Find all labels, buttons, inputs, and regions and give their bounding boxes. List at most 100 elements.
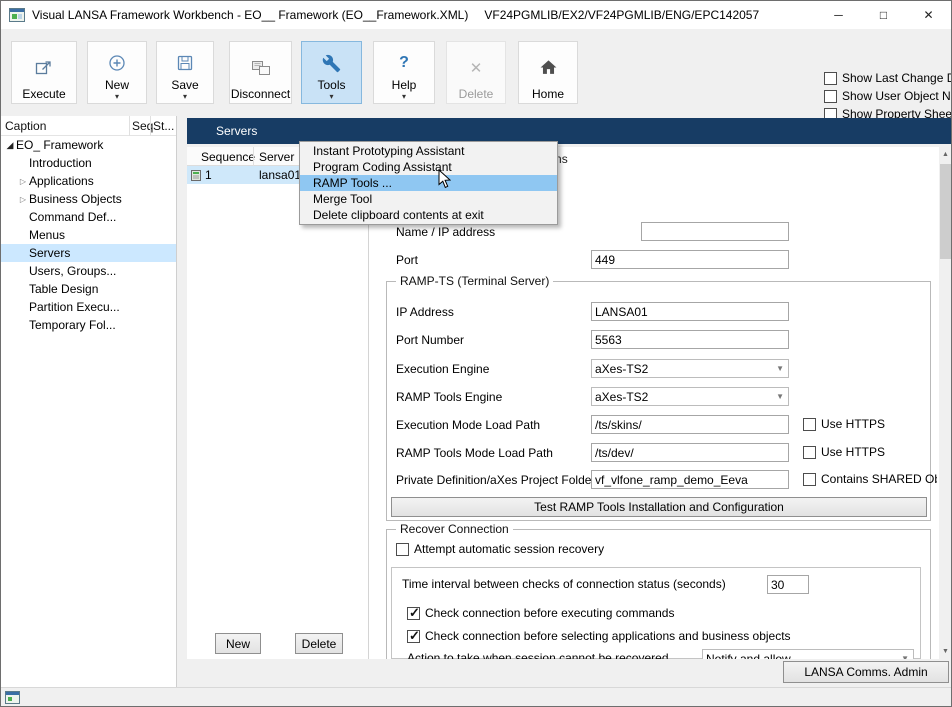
execute-button[interactable]: Execute (11, 41, 77, 104)
check-exec-checkbox[interactable] (407, 607, 420, 620)
show-last-change-label: Show Last Change D (842, 71, 952, 85)
column-server[interactable]: Server (259, 150, 294, 164)
private-definition-row: Private Definition/aXes Project Folder C… (369, 470, 939, 490)
tree-column-caption[interactable]: Caption (5, 119, 46, 133)
dropdown-caret-icon: ▾ (329, 92, 333, 101)
new-button[interactable]: New ▾ (87, 41, 147, 104)
save-button[interactable]: Save ▾ (156, 41, 214, 104)
recovery-action-select[interactable]: Notify and allow... ▼ (702, 649, 914, 659)
use-https-row-1[interactable]: Use HTTPS (803, 417, 885, 431)
tree-item-introduction[interactable]: Introduction (1, 154, 176, 172)
port-number-label: Port Number (396, 333, 464, 347)
recover-connection-legend: Recover Connection (396, 522, 513, 536)
ramp-tools-engine-row: RAMP Tools Engine aXes-TS2 ▼ (369, 387, 939, 407)
menu-item-merge-tool[interactable]: Merge Tool (300, 191, 557, 207)
tree-item-menus[interactable]: Menus (1, 226, 176, 244)
port-input[interactable] (591, 250, 789, 269)
execute-label: Execute (22, 88, 65, 101)
show-last-change-checkbox[interactable] (824, 72, 837, 85)
delete-icon: ✕ (449, 47, 503, 88)
main-toolbar: Execute New ▾ Save ▾ Disconnect (1, 29, 951, 116)
save-icon (159, 47, 211, 79)
show-last-change-row[interactable]: Show Last Change D (824, 69, 952, 87)
tree-item-command-def[interactable]: Command Def... (1, 208, 176, 226)
tree-item-partition-exec[interactable]: Partition Execu... (1, 298, 176, 316)
navigation-tree-panel: Caption Seq St... EO_ Framework Introduc… (1, 116, 177, 687)
home-label: Home (532, 88, 564, 101)
server-new-button[interactable]: New (215, 633, 261, 654)
auto-recovery-row[interactable]: Attempt automatic session recovery (396, 542, 604, 556)
tree-item-users-groups[interactable]: Users, Groups... (1, 262, 176, 280)
auto-recovery-checkbox[interactable] (396, 543, 409, 556)
session-info: VF24PGMLIB/EX2/VF24PGMLIB/ENG/EPC142057 (484, 8, 759, 22)
home-button[interactable]: Home (518, 41, 578, 104)
tree-collapsed-icon[interactable] (17, 194, 29, 204)
tree-item-table-design[interactable]: Table Design (1, 280, 176, 298)
menu-item-program-coding[interactable]: Program Coding Assistant (300, 159, 557, 175)
tools-button[interactable]: Tools ▾ (301, 41, 362, 104)
minimize-button[interactable]: ─ (816, 1, 861, 29)
execution-mode-path-input[interactable] (591, 415, 789, 434)
scrollbar-thumb[interactable] (940, 164, 951, 259)
interval-input[interactable] (767, 575, 809, 594)
port-number-input[interactable] (591, 330, 789, 349)
show-user-object-row[interactable]: Show User Object N (824, 87, 952, 105)
server-delete-button[interactable]: Delete (295, 633, 343, 654)
tree-item-applications[interactable]: Applications (1, 172, 176, 190)
ramp-tools-engine-select[interactable]: aXes-TS2 ▼ (591, 387, 789, 406)
private-definition-input[interactable] (591, 470, 789, 489)
help-icon: ? (376, 47, 432, 79)
contains-shared-row[interactable]: Contains SHARED Obje (803, 472, 937, 486)
tree-item-temporary-folder[interactable]: Temporary Fol... (1, 316, 176, 334)
menu-item-delete-clipboard[interactable]: Delete clipboard contents at exit (300, 207, 557, 223)
tree-expanded-icon[interactable] (4, 140, 16, 151)
dropdown-caret-icon: ▾ (115, 92, 119, 101)
execution-engine-select[interactable]: aXes-TS2 ▼ (591, 359, 789, 378)
save-label: Save (171, 79, 198, 92)
help-button[interactable]: ? Help ▾ (373, 41, 435, 104)
execution-engine-label: Execution Engine (396, 362, 489, 376)
check-select-checkbox[interactable] (407, 630, 420, 643)
contains-shared-label: Contains SHARED Obje (821, 472, 937, 486)
tree-items: EO_ Framework Introduction Applications … (1, 136, 176, 334)
column-sequence[interactable]: Sequence (201, 150, 255, 164)
use-https-row-2[interactable]: Use HTTPS (803, 445, 885, 459)
tree-item-label: Business Objects (29, 192, 122, 206)
scroll-up-icon[interactable]: ▲ (939, 147, 952, 162)
dropdown-caret-icon: ▾ (402, 92, 406, 101)
menu-item-instant-prototyping[interactable]: Instant Prototyping Assistant (300, 143, 557, 159)
tree-item-servers[interactable]: Servers (1, 244, 176, 262)
tree-column-status[interactable]: St... (153, 119, 174, 133)
show-user-object-checkbox[interactable] (824, 90, 837, 103)
tree-item-framework[interactable]: EO_ Framework (1, 136, 176, 154)
check-exec-row[interactable]: Check connection before executing comman… (407, 606, 674, 620)
execution-engine-row: Execution Engine aXes-TS2 ▼ (369, 359, 939, 379)
tree-item-label: Introduction (29, 156, 92, 170)
port-number-row: Port Number (369, 330, 939, 350)
ramp-tools-mode-path-input[interactable] (591, 443, 789, 462)
menu-item-ramp-tools[interactable]: RAMP Tools ... (300, 175, 557, 191)
scroll-down-icon[interactable]: ▼ (939, 644, 952, 659)
tree-item-label: Applications (29, 174, 94, 188)
tree-collapsed-icon[interactable] (17, 176, 29, 186)
execute-icon (14, 47, 74, 88)
name-ip-input[interactable] (641, 222, 789, 241)
recover-settings-box: Time interval between checks of connecti… (391, 567, 921, 659)
name-ip-label: Name / IP address (396, 225, 495, 239)
contains-shared-checkbox[interactable] (803, 473, 816, 486)
disconnect-button[interactable]: Disconnect (229, 41, 292, 104)
tree-item-business-objects[interactable]: Business Objects (1, 190, 176, 208)
server-icon (190, 169, 202, 182)
mouse-cursor-icon (438, 169, 451, 192)
details-scrollbar[interactable]: ▲ ▼ (939, 147, 952, 659)
maximize-button[interactable]: □ (861, 1, 906, 29)
ip-address-label: IP Address (396, 305, 454, 319)
ramp-tools-engine-label: RAMP Tools Engine (396, 390, 502, 404)
test-ramp-tools-button[interactable]: Test RAMP Tools Installation and Configu… (391, 497, 927, 517)
use-https-checkbox-1[interactable] (803, 418, 816, 431)
lansa-comms-admin-button[interactable]: LANSA Comms. Admin (783, 661, 949, 683)
ip-address-input[interactable] (591, 302, 789, 321)
close-button[interactable]: ✕ (906, 1, 951, 29)
check-select-row[interactable]: Check connection before selecting applic… (407, 629, 791, 643)
use-https-checkbox-2[interactable] (803, 446, 816, 459)
